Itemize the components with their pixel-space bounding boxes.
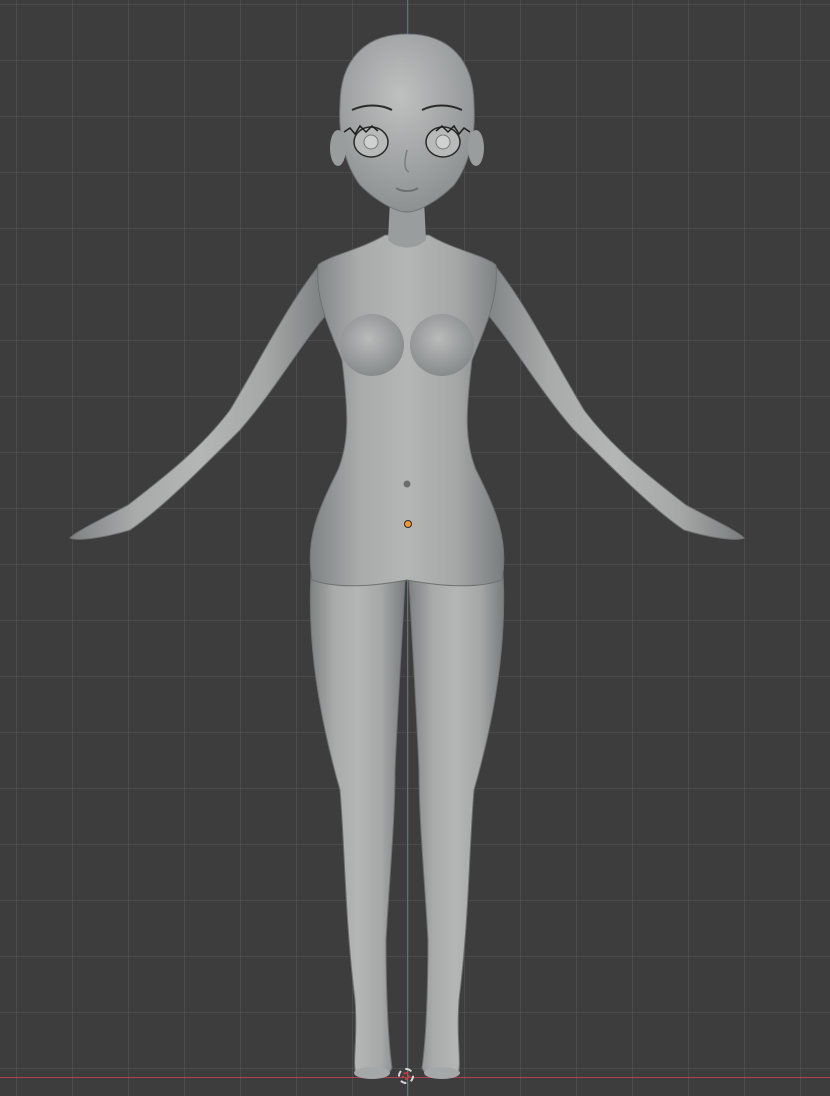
navel [403,480,411,488]
character-mesh[interactable] [0,0,830,1096]
right-leg [408,559,505,1078]
foot-right [424,1067,460,1079]
object-origin-dot [404,520,412,528]
ear-right [468,130,484,166]
breast-left [340,314,404,376]
3d-viewport[interactable] [0,0,830,1096]
foot-left [354,1067,390,1079]
3d-cursor-icon[interactable] [398,1068,414,1084]
head [339,33,475,213]
breast-right [410,314,474,376]
torso [309,234,505,587]
left-arm [69,260,331,540]
right-arm [483,260,745,540]
ear-left [330,130,346,166]
left-leg [309,559,406,1078]
